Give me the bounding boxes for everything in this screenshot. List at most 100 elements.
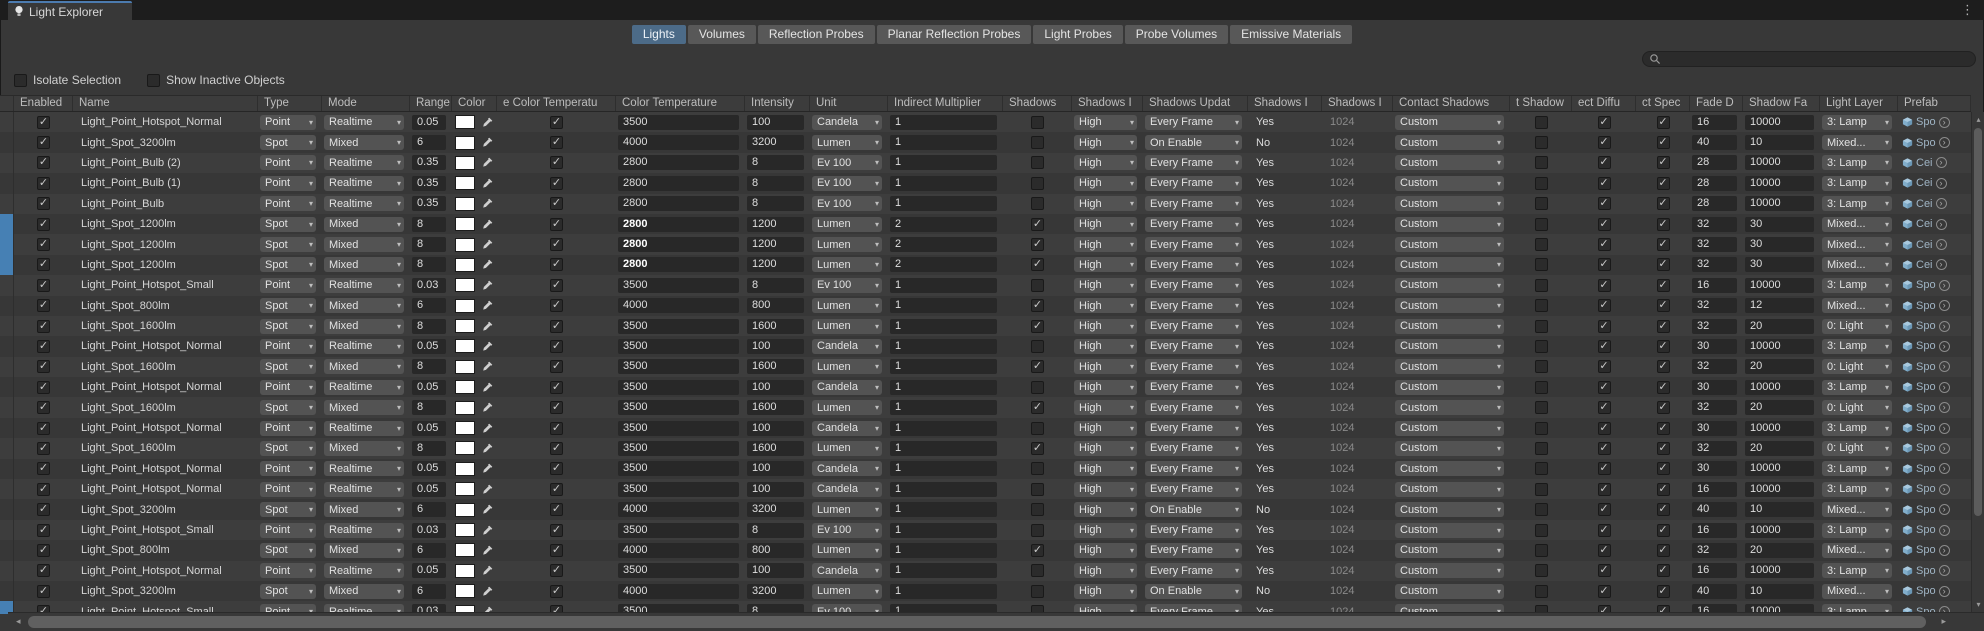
use-color-temperature-checkbox[interactable] bbox=[550, 422, 563, 435]
use-color-temperature-checkbox[interactable] bbox=[550, 483, 563, 496]
color-temperature-field[interactable]: 4000 bbox=[618, 584, 739, 599]
column-header-indirect-multiplier[interactable]: Indirect Multiplier bbox=[888, 96, 1003, 111]
custom-shadow-checkbox[interactable] bbox=[1535, 279, 1548, 292]
cell-prefab[interactable]: Spo› bbox=[1898, 418, 1971, 438]
unit-dropdown[interactable]: Lumen▾ bbox=[812, 298, 882, 313]
affect-diffuse-checkbox[interactable] bbox=[1598, 422, 1611, 435]
type-dropdown[interactable]: Spot▾ bbox=[260, 217, 316, 232]
light-layer-dropdown[interactable]: 0: Light▾ bbox=[1822, 400, 1892, 415]
fade-distance-field[interactable]: 30 bbox=[1692, 461, 1737, 476]
affect-diffuse-checkbox[interactable] bbox=[1598, 503, 1611, 516]
prefab-open-icon[interactable]: › bbox=[1936, 178, 1947, 189]
shadow-fade-distance-field[interactable]: 10000 bbox=[1745, 523, 1814, 538]
affect-diffuse-checkbox[interactable] bbox=[1598, 156, 1611, 169]
use-color-temperature-checkbox[interactable] bbox=[550, 442, 563, 455]
unit-dropdown[interactable]: Lumen▾ bbox=[812, 319, 882, 334]
isolate-selection-checkbox[interactable] bbox=[14, 74, 27, 87]
custom-shadow-checkbox[interactable] bbox=[1535, 401, 1548, 414]
column-header-unit[interactable]: Unit bbox=[810, 96, 888, 111]
shadow-fade-distance-field[interactable]: 30 bbox=[1745, 237, 1814, 252]
use-color-temperature-checkbox[interactable] bbox=[550, 544, 563, 557]
shadow-update-dropdown[interactable]: Every Frame▾ bbox=[1145, 278, 1242, 293]
light-layer-dropdown[interactable]: Mixed...▾ bbox=[1822, 135, 1892, 150]
enabled-checkbox[interactable] bbox=[37, 299, 50, 312]
custom-shadow-checkbox[interactable] bbox=[1535, 258, 1548, 271]
fade-distance-field[interactable]: 40 bbox=[1692, 584, 1737, 599]
cell-prefab[interactable]: Cei› bbox=[1898, 214, 1971, 234]
enabled-checkbox[interactable] bbox=[37, 258, 50, 271]
affect-specular-checkbox[interactable] bbox=[1657, 340, 1670, 353]
eyedropper-icon[interactable] bbox=[482, 239, 493, 250]
shadow-resolution-dropdown[interactable]: High▾ bbox=[1074, 441, 1137, 456]
use-color-temperature-checkbox[interactable] bbox=[550, 524, 563, 537]
contact-shadows-dropdown[interactable]: Custom▾ bbox=[1395, 380, 1504, 395]
shadow-fade-distance-field[interactable]: 10000 bbox=[1745, 380, 1814, 395]
light-layer-dropdown[interactable]: 3: Lamp▾ bbox=[1822, 339, 1892, 354]
shadows-checkbox[interactable] bbox=[1031, 483, 1044, 496]
cell-light-name[interactable]: Light_Point_Hotspot_Normal bbox=[73, 418, 258, 438]
indirect-multiplier-field[interactable]: 1 bbox=[890, 319, 997, 334]
intensity-field[interactable]: 100 bbox=[747, 339, 804, 354]
use-color-temperature-checkbox[interactable] bbox=[550, 564, 563, 577]
column-header-mode[interactable]: Mode bbox=[322, 96, 410, 111]
prefab-open-icon[interactable]: › bbox=[1939, 423, 1950, 434]
contact-shadows-dropdown[interactable]: Custom▾ bbox=[1395, 237, 1504, 252]
prefab-open-icon[interactable]: › bbox=[1939, 300, 1950, 311]
prefab-open-icon[interactable]: › bbox=[1939, 117, 1950, 128]
indirect-multiplier-field[interactable]: 1 bbox=[890, 421, 997, 436]
column-header-shadow-fade[interactable]: Shadow Fa bbox=[1743, 96, 1820, 111]
shadow-update-dropdown[interactable]: Every Frame▾ bbox=[1145, 604, 1242, 612]
color-swatch[interactable] bbox=[455, 299, 475, 313]
light-layer-dropdown[interactable]: Mixed...▾ bbox=[1822, 584, 1892, 599]
prefab-open-icon[interactable]: › bbox=[1939, 280, 1950, 291]
shadows-checkbox[interactable] bbox=[1031, 238, 1044, 251]
color-temperature-field[interactable]: 3500 bbox=[618, 563, 739, 578]
color-swatch[interactable] bbox=[455, 401, 475, 415]
shadow-update-dropdown[interactable]: Every Frame▾ bbox=[1145, 319, 1242, 334]
fade-distance-field[interactable]: 30 bbox=[1692, 380, 1737, 395]
affect-specular-checkbox[interactable] bbox=[1657, 544, 1670, 557]
mode-dropdown[interactable]: Mixed▾ bbox=[324, 237, 404, 252]
indirect-multiplier-field[interactable]: 1 bbox=[890, 359, 997, 374]
table-row[interactable]: Light_Spot_1200lmSpot▾Mixed▾828001200Lum… bbox=[0, 255, 1971, 275]
cell-light-name[interactable]: Light_Point_Bulb (1) bbox=[73, 173, 258, 193]
indirect-multiplier-field[interactable]: 2 bbox=[890, 257, 997, 272]
cell-light-name[interactable]: Light_Spot_800lm bbox=[73, 540, 258, 560]
light-layer-dropdown[interactable]: 3: Lamp▾ bbox=[1822, 196, 1892, 211]
shadow-update-dropdown[interactable]: Every Frame▾ bbox=[1145, 380, 1242, 395]
custom-shadow-checkbox[interactable] bbox=[1535, 422, 1548, 435]
type-dropdown[interactable]: Point▾ bbox=[260, 380, 316, 395]
table-row[interactable]: Light_Spot_3200lmSpot▾Mixed▾640003200Lum… bbox=[0, 132, 1971, 152]
shadow-fade-distance-field[interactable]: 20 bbox=[1745, 400, 1814, 415]
cell-light-name[interactable]: Light_Point_Hotspot_Small bbox=[73, 520, 258, 540]
cell-light-name[interactable]: Light_Spot_1600lm bbox=[73, 316, 258, 336]
cell-prefab[interactable]: Spo› bbox=[1898, 377, 1971, 397]
custom-shadow-checkbox[interactable] bbox=[1535, 218, 1548, 231]
shadows-checkbox[interactable] bbox=[1031, 462, 1044, 475]
shadow-resolution-dropdown[interactable]: High▾ bbox=[1074, 461, 1137, 476]
range-field[interactable]: 6 bbox=[412, 502, 446, 517]
shadow-update-dropdown[interactable]: Every Frame▾ bbox=[1145, 339, 1242, 354]
column-header-custom-shadow[interactable]: t Shadow bbox=[1510, 96, 1572, 111]
affect-diffuse-checkbox[interactable] bbox=[1598, 340, 1611, 353]
type-dropdown[interactable]: Spot▾ bbox=[260, 543, 316, 558]
prefab-open-icon[interactable]: › bbox=[1939, 525, 1950, 536]
affect-diffuse-checkbox[interactable] bbox=[1598, 258, 1611, 271]
shadow-fade-distance-field[interactable]: 10 bbox=[1745, 584, 1814, 599]
intensity-field[interactable]: 8 bbox=[747, 523, 804, 538]
shadow-resolution-dropdown[interactable]: High▾ bbox=[1074, 319, 1137, 334]
eyedropper-icon[interactable] bbox=[482, 280, 493, 291]
unit-dropdown[interactable]: Lumen▾ bbox=[812, 135, 882, 150]
affect-diffuse-checkbox[interactable] bbox=[1598, 442, 1611, 455]
shadow-fade-distance-field[interactable]: 10000 bbox=[1745, 196, 1814, 211]
shadows-checkbox[interactable] bbox=[1031, 116, 1044, 129]
custom-shadow-checkbox[interactable] bbox=[1535, 320, 1548, 333]
fade-distance-field[interactable]: 40 bbox=[1692, 135, 1737, 150]
unit-dropdown[interactable]: Ev 100▾ bbox=[812, 604, 882, 612]
unit-dropdown[interactable]: Candela▾ bbox=[812, 339, 882, 354]
affect-specular-checkbox[interactable] bbox=[1657, 483, 1670, 496]
color-swatch[interactable] bbox=[455, 339, 475, 353]
use-color-temperature-checkbox[interactable] bbox=[550, 136, 563, 149]
range-field[interactable]: 0.35 bbox=[412, 196, 446, 211]
cell-prefab[interactable]: Spo› bbox=[1898, 132, 1971, 152]
